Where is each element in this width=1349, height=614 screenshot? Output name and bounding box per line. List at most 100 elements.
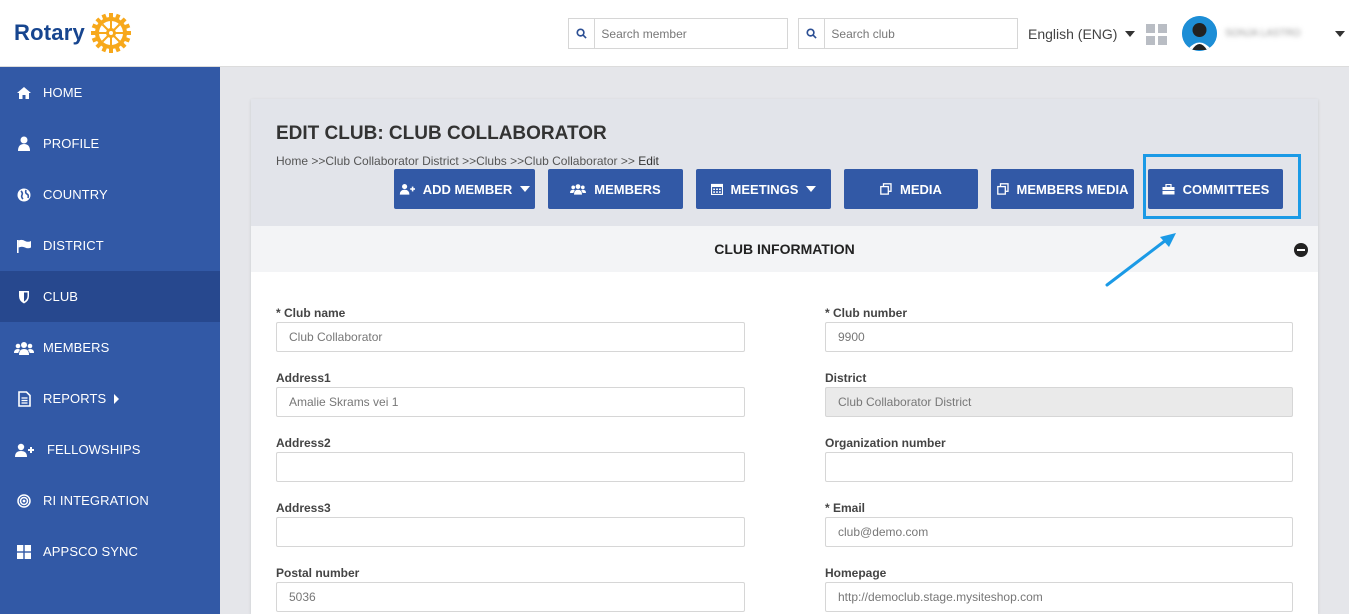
chevron-right-icon <box>114 393 120 404</box>
user-plus-icon <box>399 184 415 195</box>
shield-icon <box>14 289 34 305</box>
media-label: MEDIA <box>900 181 942 197</box>
user-icon <box>14 136 34 152</box>
breadcrumb-club[interactable]: Club Collaborator >> <box>524 154 635 168</box>
address1-field[interactable]: Amalie Skrams vei 1 <box>276 387 745 417</box>
sidebar-item-label: APPSCO SYNC <box>43 544 139 559</box>
copy-icon <box>996 183 1009 195</box>
search-member-box <box>568 18 788 49</box>
document-icon <box>14 390 34 407</box>
sidebar-item-home[interactable]: HOME <box>0 67 220 118</box>
sidebar-item-members[interactable]: MEMBERS <box>0 322 220 373</box>
sidebar-item-label: RI INTEGRATION <box>43 493 149 508</box>
search-club-box <box>798 18 1018 49</box>
user-plus-icon <box>14 442 34 458</box>
sidebar-item-label: HOME <box>43 85 83 100</box>
panel-header: EDIT CLUB: CLUB COLLABORATOR Home >> Clu… <box>251 99 1318 226</box>
address2-field[interactable] <box>276 452 745 482</box>
sidebar: HOME PROFILE COUNTRY DISTRICT CLUB MEMBE… <box>0 67 220 614</box>
organization-number-label: Organization number <box>825 436 946 450</box>
sidebar-item-ri-integration[interactable]: RI INTEGRATION <box>0 475 220 526</box>
address1-label: Address1 <box>276 371 331 385</box>
user-menu[interactable]: SONJA LASTRO <box>1182 16 1345 51</box>
club-name-field[interactable]: Club Collaborator <box>276 322 745 352</box>
address2-label: Address2 <box>276 436 331 450</box>
rotary-wheel-icon <box>90 13 131 53</box>
club-information-header[interactable]: CLUB INFORMATION <box>251 226 1318 272</box>
district-label: District <box>825 371 867 385</box>
email-label: * Email <box>825 501 866 515</box>
avatar <box>1182 16 1217 51</box>
section-title: CLUB INFORMATION <box>714 241 855 257</box>
members-media-button[interactable]: MEMBERS MEDIA <box>991 169 1134 209</box>
sidebar-item-label: DISTRICT <box>43 238 104 253</box>
sidebar-item-club[interactable]: CLUB <box>0 271 220 322</box>
users-icon <box>570 184 587 195</box>
language-label: English (ENG) <box>1028 26 1118 42</box>
sidebar-item-profile[interactable]: PROFILE <box>0 118 220 169</box>
sidebar-item-label: FELLOWSHIPS <box>47 442 141 457</box>
home-icon <box>14 85 34 101</box>
postal-number-label: Postal number <box>276 566 360 580</box>
postal-number-field[interactable]: 5036 <box>276 582 745 612</box>
chevron-down-icon <box>520 186 531 192</box>
search-icon[interactable] <box>569 19 596 48</box>
add-member-button[interactable]: ADD MEMBER <box>394 169 535 209</box>
search-club-input[interactable] <box>825 19 1017 48</box>
apps-grid-icon[interactable] <box>1146 24 1167 45</box>
windows-icon <box>14 544 34 560</box>
homepage-field[interactable]: http://democlub.stage.mysiteshop.com <box>825 582 1293 612</box>
members-media-label: MEMBERS MEDIA <box>1016 181 1129 197</box>
search-icon[interactable] <box>799 19 826 48</box>
copy-icon <box>880 183 892 195</box>
rotary-logo[interactable]: Rotary <box>14 10 133 56</box>
sidebar-item-label: CLUB <box>43 289 79 304</box>
breadcrumb-clubs[interactable]: Clubs >> <box>476 154 524 168</box>
club-name-label: * Club name <box>276 306 346 320</box>
top-header: Rotary Search member Search club English… <box>0 0 1349 67</box>
sidebar-item-label: COUNTRY <box>43 187 108 202</box>
club-number-label: * Club number <box>825 306 908 320</box>
members-label: MEMBERS <box>594 181 661 197</box>
logo-text: Rotary <box>14 20 85 45</box>
sidebar-item-label: REPORTS <box>43 391 107 406</box>
club-number-field[interactable]: 9900 <box>825 322 1293 352</box>
search-member-input[interactable] <box>595 19 787 48</box>
committees-highlight-box <box>1143 154 1301 219</box>
user-name: SONJA LASTRO <box>1225 28 1301 39</box>
sidebar-item-fellowships[interactable]: FELLOWSHIPS <box>0 424 220 475</box>
chevron-down-icon <box>1335 30 1345 37</box>
sidebar-item-country[interactable]: COUNTRY <box>0 169 220 220</box>
collapse-icon[interactable] <box>1294 243 1308 257</box>
organization-number-field[interactable] <box>825 452 1293 482</box>
email-field[interactable]: club@demo.com <box>825 517 1293 547</box>
homepage-label: Homepage <box>825 566 887 580</box>
sidebar-item-appsco-sync[interactable]: APPSCO SYNC <box>0 526 220 577</box>
sidebar-item-reports[interactable]: REPORTS <box>0 373 220 424</box>
users-icon <box>14 340 34 356</box>
meetings-label: MEETINGS <box>730 181 799 197</box>
breadcrumb-district[interactable]: Club Collaborator District >> <box>325 154 476 168</box>
breadcrumb-home[interactable]: Home >> <box>276 154 325 168</box>
address3-field[interactable] <box>276 517 745 547</box>
chevron-down-icon <box>806 186 817 192</box>
flag-icon <box>14 238 34 254</box>
address3-label: Address3 <box>276 501 331 515</box>
meetings-button[interactable]: MEETINGS <box>696 169 831 209</box>
media-button[interactable]: MEDIA <box>844 169 978 209</box>
add-member-label: ADD MEMBER <box>422 181 513 197</box>
chevron-down-icon <box>1125 31 1136 37</box>
breadcrumb: Home >> Club Collaborator District >> Cl… <box>276 154 659 168</box>
target-icon <box>14 493 34 509</box>
sidebar-item-district[interactable]: DISTRICT <box>0 220 220 271</box>
breadcrumb-current: Edit <box>634 154 659 168</box>
sidebar-item-label: PROFILE <box>43 136 100 151</box>
edit-club-panel: EDIT CLUB: CLUB COLLABORATOR Home >> Clu… <box>251 99 1318 614</box>
district-field: Club Collaborator District <box>825 387 1293 417</box>
language-dropdown[interactable]: English (ENG) <box>1028 26 1136 42</box>
calendar-icon <box>710 183 723 195</box>
page-title: EDIT CLUB: CLUB COLLABORATOR <box>276 123 607 144</box>
sidebar-item-label: MEMBERS <box>43 340 110 355</box>
members-button[interactable]: MEMBERS <box>548 169 683 209</box>
globe-icon <box>14 187 34 203</box>
